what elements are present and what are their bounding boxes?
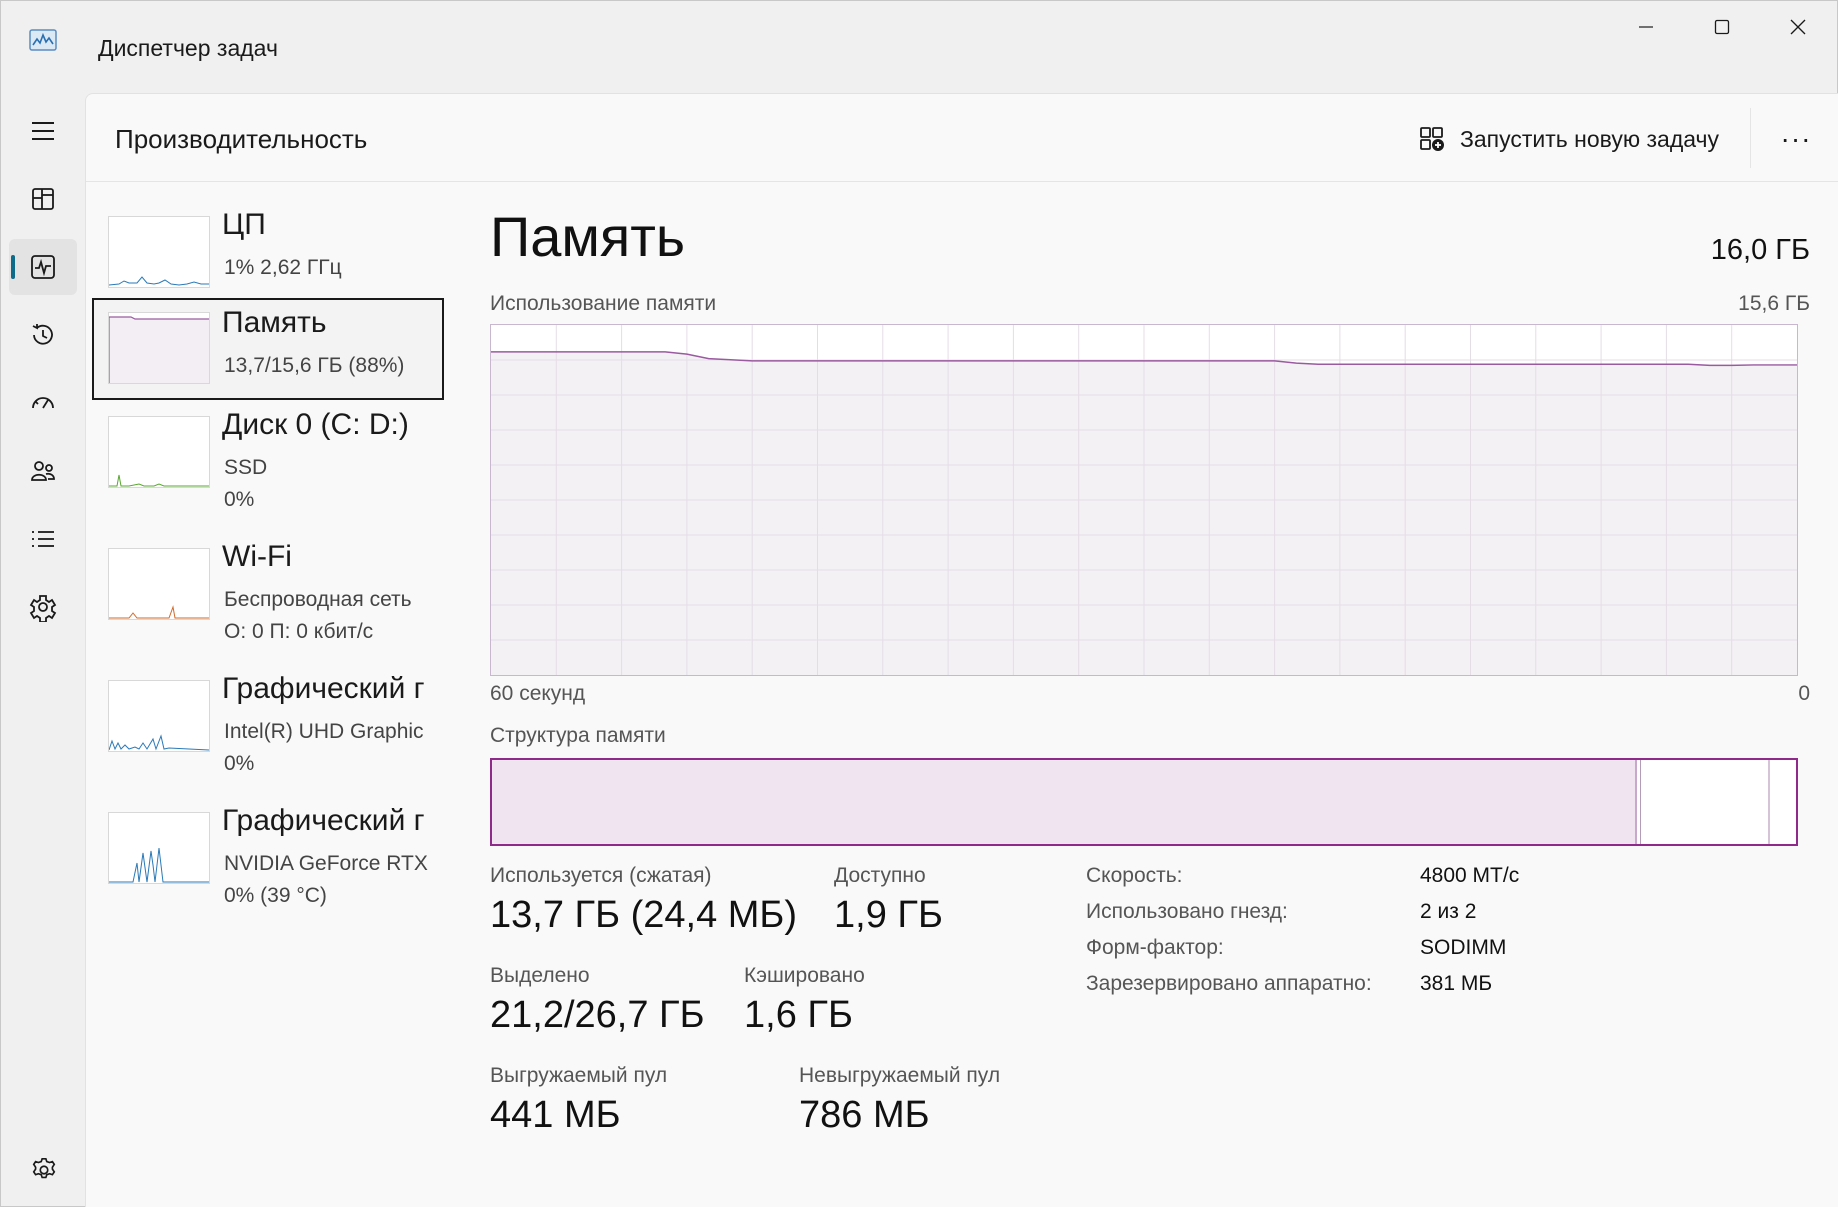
device-item-gpu-1[interactable]: Графический г NVIDIA GeForce RTX 0% (39 … <box>92 798 444 907</box>
maximize-icon <box>1714 19 1730 35</box>
settings-icon <box>32 1157 56 1179</box>
page-header: Производительность Запустить новую задач… <box>86 94 1838 182</box>
run-new-task-button[interactable]: Запустить новую задачу <box>1406 114 1731 164</box>
device-stat: 0% <box>224 488 255 511</box>
nav-processes[interactable] <box>9 171 77 227</box>
services-icon <box>29 595 57 622</box>
form-factor-label: Форм-фактор: <box>1086 936 1224 959</box>
close-button[interactable] <box>1760 1 1836 53</box>
run-new-task-icon <box>1420 127 1444 151</box>
available-value: 1,9 ГБ <box>834 894 943 936</box>
maximize-button[interactable] <box>1684 1 1760 53</box>
header-separator <box>1750 108 1751 168</box>
hamburger-icon <box>32 122 54 140</box>
minimize-button[interactable] <box>1608 1 1684 53</box>
page-title: Производительность <box>115 124 368 154</box>
memory-structure-bar <box>490 758 1798 846</box>
navigation-rail <box>1 91 87 1207</box>
cpu-sparkline <box>108 216 210 288</box>
committed-value: 21,2/26,7 ГБ <box>490 994 705 1036</box>
speed-label: Скорость: <box>1086 864 1183 887</box>
device-name: Память <box>222 306 327 339</box>
details-icon <box>32 531 54 547</box>
device-stat: 1% 2,62 ГГц <box>224 256 342 279</box>
device-name: Wi-Fi <box>222 540 292 573</box>
nav-details[interactable] <box>9 511 77 567</box>
device-item-gpu-0[interactable]: Графический г Intel(R) UHD Graphic 0% <box>92 666 444 775</box>
startup-icon <box>32 397 54 409</box>
usage-chart-max: 15,6 ГБ <box>1738 292 1810 315</box>
total-memory: 16,0 ГБ <box>1710 234 1810 266</box>
nav-app-history[interactable] <box>9 307 77 363</box>
device-name: Графический г <box>222 672 425 705</box>
more-options-button[interactable]: ··· <box>1766 114 1826 164</box>
form-factor-value: SODIMM <box>1420 936 1507 959</box>
in-use-value: 13,7 ГБ (24,4 МБ) <box>490 894 798 936</box>
device-stat: 0% <box>224 752 255 775</box>
cached-label: Кэшировано <box>744 964 865 987</box>
device-list: ЦП 1% 2,62 ГГц Память 13,7/15,6 ГБ (88%) <box>86 182 466 1182</box>
slots-used-label: Использовано гнезд: <box>1086 900 1288 923</box>
device-item-memory[interactable]: Память 13,7/15,6 ГБ (88%) <box>92 298 444 400</box>
performance-icon <box>31 255 55 279</box>
device-stat: Intel(R) UHD Graphic <box>224 720 424 743</box>
settings-button[interactable] <box>23 1149 65 1191</box>
title-bar: Диспетчер задач <box>1 1 1837 91</box>
nav-performance[interactable] <box>9 239 77 295</box>
device-stat: О: 0 П: 0 кбит/с <box>224 620 374 643</box>
committed-label: Выделено <box>490 964 590 987</box>
users-icon <box>31 461 55 481</box>
x-axis-end-label: 0 <box>1798 682 1810 705</box>
in-use-label: Используется (сжатая) <box>490 864 712 887</box>
close-icon <box>1790 19 1806 35</box>
nav-users[interactable] <box>9 443 77 499</box>
nonpaged-pool-label: Невыгружаемый пул <box>799 1064 1001 1087</box>
detail-title: Память <box>490 205 686 268</box>
nav-services[interactable] <box>9 579 77 635</box>
paged-pool-label: Выгружаемый пул <box>490 1064 668 1087</box>
available-label: Доступно <box>834 864 926 887</box>
structure-standby-segment <box>492 760 1770 844</box>
run-new-task-label: Запустить новую задачу <box>1460 125 1720 152</box>
speed-value: 4800 МТ/с <box>1420 864 1520 887</box>
device-stat: SSD <box>224 456 268 479</box>
gpu1-sparkline <box>108 812 210 884</box>
task-manager-app-icon <box>29 29 57 51</box>
hardware-reserved-label: Зарезервировано аппаратно: <box>1086 972 1372 995</box>
main-panel: Производительность Запустить новую задач… <box>85 93 1838 1207</box>
hamburger-menu-button[interactable] <box>9 103 77 159</box>
nonpaged-pool-value: 786 МБ <box>799 1094 930 1136</box>
disk-sparkline <box>108 416 210 488</box>
device-stat: NVIDIA GeForce RTX <box>224 852 428 875</box>
device-stat: Беспроводная сеть <box>224 588 412 611</box>
memory-structure-label: Структура памяти <box>490 724 666 747</box>
more-options-icon: ··· <box>1780 123 1812 154</box>
minimize-icon <box>1639 26 1653 28</box>
slots-used-value: 2 из 2 <box>1420 900 1477 923</box>
x-axis-start-label: 60 секунд <box>490 682 586 705</box>
hardware-reserved-value: 381 МБ <box>1420 972 1493 995</box>
paged-pool-value: 441 МБ <box>490 1094 621 1136</box>
nav-startup-apps[interactable] <box>9 375 77 431</box>
cached-value: 1,6 ГБ <box>744 994 853 1036</box>
window-title: Диспетчер задач <box>98 35 278 61</box>
device-stat: 13,7/15,6 ГБ (88%) <box>224 354 405 377</box>
device-name: Диск 0 (C: D:) <box>222 408 409 441</box>
device-stat: 0% (39 °C) <box>224 884 327 907</box>
app-history-icon <box>32 324 53 345</box>
wifi-sparkline <box>108 548 210 620</box>
processes-icon <box>32 188 54 210</box>
task-manager-window: Диспетчер задач Производительность Запус… <box>0 0 1838 1207</box>
device-item-wifi[interactable]: Wi-Fi Беспроводная сеть О: 0 П: 0 кбит/с <box>92 534 444 643</box>
memory-usage-chart <box>490 324 1798 676</box>
device-item-disk[interactable]: Диск 0 (C: D:) SSD 0% <box>92 402 444 511</box>
memory-sparkline <box>108 312 210 384</box>
usage-chart-label: Использование памяти <box>490 292 717 315</box>
device-name: Графический г <box>222 804 425 837</box>
memory-detail: Память 16,0 ГБ Использование памяти 15,6… <box>490 182 1812 1202</box>
device-name: ЦП <box>222 208 266 241</box>
device-item-cpu[interactable]: ЦП 1% 2,62 ГГц <box>92 202 444 304</box>
gpu0-sparkline <box>108 680 210 752</box>
